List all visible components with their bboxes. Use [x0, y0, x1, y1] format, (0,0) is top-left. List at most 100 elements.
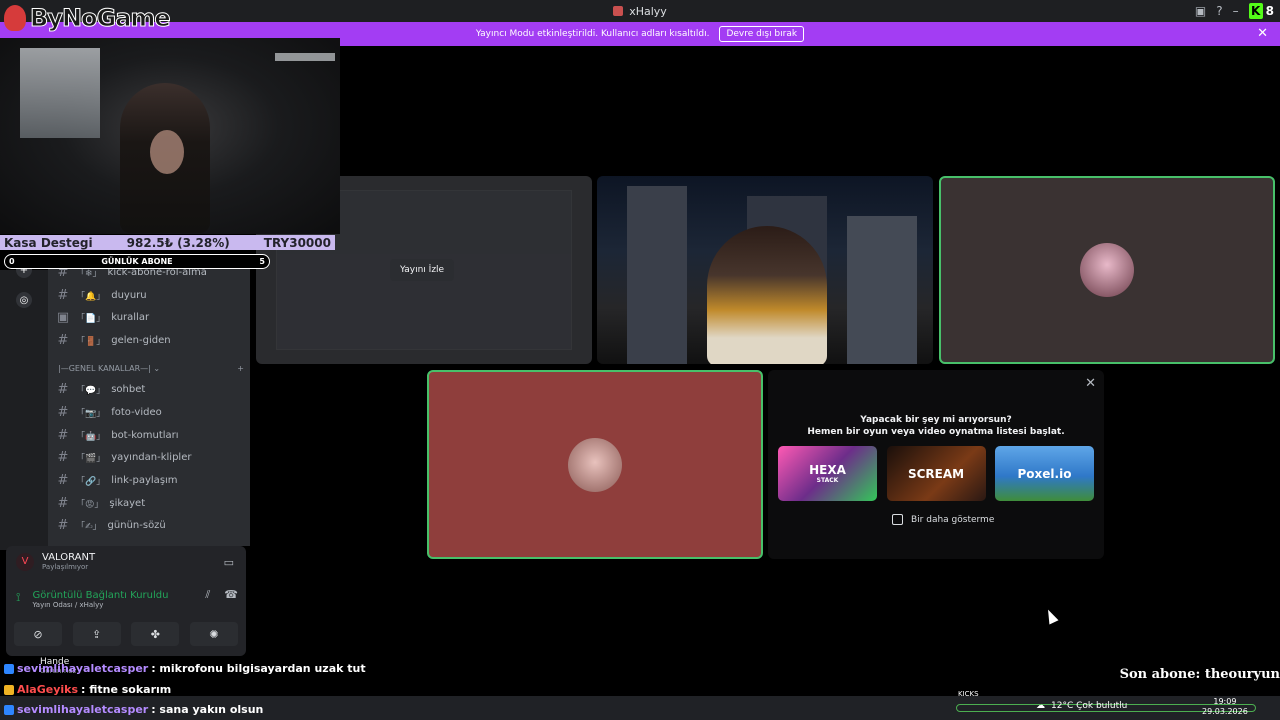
channel-emoji: 「🔗」	[76, 476, 106, 487]
dont-show-checkbox[interactable]	[892, 514, 903, 525]
watch-stream-button[interactable]: Yayını İzle	[390, 259, 455, 281]
weather-widget[interactable]: ☁ 12°C Çok bulutlu	[1036, 701, 1127, 711]
channel-emoji: 「💬」	[76, 385, 106, 396]
channel-item[interactable]: # 「🤖」 bot-komutları	[56, 425, 179, 445]
goal-target: 5	[259, 257, 265, 266]
channel-emoji: 「📷」	[76, 408, 106, 419]
voice-actions: ⊘ ⇪ ✤ ✺	[14, 622, 238, 646]
server-icon	[613, 6, 624, 16]
participant-tile-red[interactable]	[427, 370, 763, 559]
clock-date: 29.03.2026	[1202, 707, 1248, 716]
channel-name: şikayet	[109, 497, 146, 509]
kick-count: 8	[1265, 4, 1274, 18]
channel-item[interactable]: # 「🎬」 yayından-klipler	[56, 447, 192, 467]
chat-username: AlaGeyiks	[17, 683, 78, 696]
logo-mark-icon	[4, 5, 26, 31]
hash-icon: #	[57, 472, 69, 488]
streamer-face	[150, 130, 184, 174]
channel-name: yayından-klipler	[111, 451, 192, 463]
rules-icon: ▣	[56, 309, 70, 325]
daily-sub-goal: 0 GÜNLÜK ABONE 5	[4, 254, 270, 269]
goal-current: 0	[9, 257, 15, 266]
camera-off-button[interactable]: ⊘	[14, 622, 62, 646]
channel-item[interactable]: ▣ 「📄」 kurallar	[56, 307, 149, 327]
disable-streamer-mode-button[interactable]: Devre dışı bırak	[719, 26, 805, 42]
dont-show-again[interactable]: Bir daha gösterme	[892, 514, 994, 525]
game-card-hexa[interactable]: HEXA STACK	[778, 446, 877, 501]
channel-list: # 「❄」 kick-abone-rol-alma # 「🔔」 duyuru ▣…	[48, 262, 250, 546]
channel-name: kurallar	[111, 311, 150, 323]
channel-item[interactable]: # 「😡」 şikayet	[56, 493, 146, 513]
kick-logo-icon: K	[1248, 3, 1263, 19]
channel-item[interactable]: # 「💬」 sohbet	[56, 379, 146, 399]
channel-item[interactable]: # 「📷」 foto-video	[56, 402, 162, 422]
game-card-scream[interactable]: SCREAM	[886, 446, 986, 501]
channel-emoji: 「🔔」	[76, 291, 106, 302]
participant-tile-avatar[interactable]	[939, 176, 1275, 364]
activity-title-line1: Yapacak bir şey mi arıyorsun?	[860, 415, 1012, 425]
hash-icon: #	[57, 404, 69, 420]
inbox-icon[interactable]: ▣	[1195, 4, 1206, 18]
disconnect-icon[interactable]: ☎	[224, 588, 238, 602]
minimize-button[interactable]: –	[1233, 4, 1239, 18]
title-bar-controls: ▣ ? – K 8	[1195, 0, 1280, 22]
chat-text: : sana yakın olsun	[151, 703, 264, 716]
channel-emoji: 「🤖」	[76, 431, 106, 442]
avatar	[1080, 243, 1134, 297]
signal-icon[interactable]: ⟟	[16, 590, 20, 609]
building	[627, 186, 687, 364]
window-title-group: xHalyy	[613, 5, 667, 18]
connection-status[interactable]: Görüntülü Bağlantı Kuruldu	[32, 590, 168, 601]
help-icon[interactable]: ?	[1216, 4, 1222, 18]
game-cards: HEXA STACK SCREAM Poxel.io	[778, 446, 1094, 501]
activity-title-line2: Hemen bir oyun veya video oynatma listes…	[807, 427, 1065, 437]
channel-item[interactable]: # 「🚪」 gelen-giden	[56, 330, 171, 350]
donation-bar: Kasa Destegi 982.5₺ (3.28%) TRY30000	[0, 235, 335, 250]
close-icon[interactable]: ✕	[1085, 376, 1096, 391]
channel-name: gelen-giden	[111, 334, 171, 346]
clock[interactable]: 19:09 29.03.2026	[1202, 697, 1248, 717]
chat-message: AlaGeyiks : fitne sokarım	[4, 683, 171, 696]
mouse-cursor-icon	[1043, 607, 1059, 625]
add-channel-icon[interactable]: +	[237, 364, 244, 373]
share-screen-button[interactable]: ⇪	[72, 622, 121, 646]
channel-name: duyuru	[111, 289, 147, 301]
window-title: xHalyy	[629, 4, 667, 18]
donation-amount: 982.5₺ (3.28%)	[126, 235, 230, 250]
last-subscriber: Son abone: theouryun	[1119, 667, 1280, 682]
goal-label: GÜNLÜK ABONE	[101, 257, 173, 266]
channel-emoji: 「🚪」	[76, 336, 106, 347]
weather-text: 12°C Çok bulutlu	[1051, 701, 1128, 711]
title-bar: xHalyy ▣ ? – K 8	[0, 0, 1280, 22]
game-card-name: SCREAM	[907, 466, 965, 481]
close-icon[interactable]: ✕	[1257, 26, 1268, 41]
game-card-poxel[interactable]: Poxel.io	[995, 446, 1094, 501]
streamer-webcam	[0, 38, 340, 234]
window-light	[20, 48, 100, 138]
stream-tile-camera[interactable]	[597, 176, 933, 364]
discover-icon[interactable]: ◎	[16, 292, 32, 308]
screen-share-icon[interactable]: ▭	[224, 556, 234, 569]
chat-badge-icon	[4, 684, 14, 695]
activities-button[interactable]: ✤	[131, 622, 180, 646]
voice-channel-name[interactable]: Yayın Odası / xHalyy	[32, 601, 168, 609]
game-title: VALORANT	[42, 552, 96, 563]
game-card-name: Poxel.io	[1017, 466, 1072, 481]
server-rail: + ◎	[0, 262, 48, 550]
channel-item[interactable]: # 「🔔」 duyuru	[56, 285, 147, 305]
soundboard-button[interactable]: ✺	[189, 622, 238, 646]
dont-show-label: Bir daha gösterme	[911, 514, 995, 525]
category-general[interactable]: |—GENEL KANALLAR—| ⌄ +	[58, 364, 244, 373]
chat-username: sevimlihayaletcasper	[17, 662, 149, 675]
building	[847, 216, 917, 364]
clock-time: 19:09	[1213, 697, 1237, 706]
logo-text: ByNoGame	[30, 4, 172, 33]
channel-item[interactable]: # 「✍」 günün-sözü	[56, 515, 166, 535]
hash-icon: #	[57, 427, 69, 443]
noise-suppression-icon[interactable]: ⫽	[205, 588, 210, 602]
channel-emoji: 「📄」	[76, 313, 106, 324]
chat-badge-icon	[4, 704, 14, 715]
hash-icon: #	[57, 287, 69, 303]
channel-item[interactable]: # 「🔗」 link-paylaşım	[56, 470, 178, 490]
hash-icon: #	[57, 449, 69, 465]
